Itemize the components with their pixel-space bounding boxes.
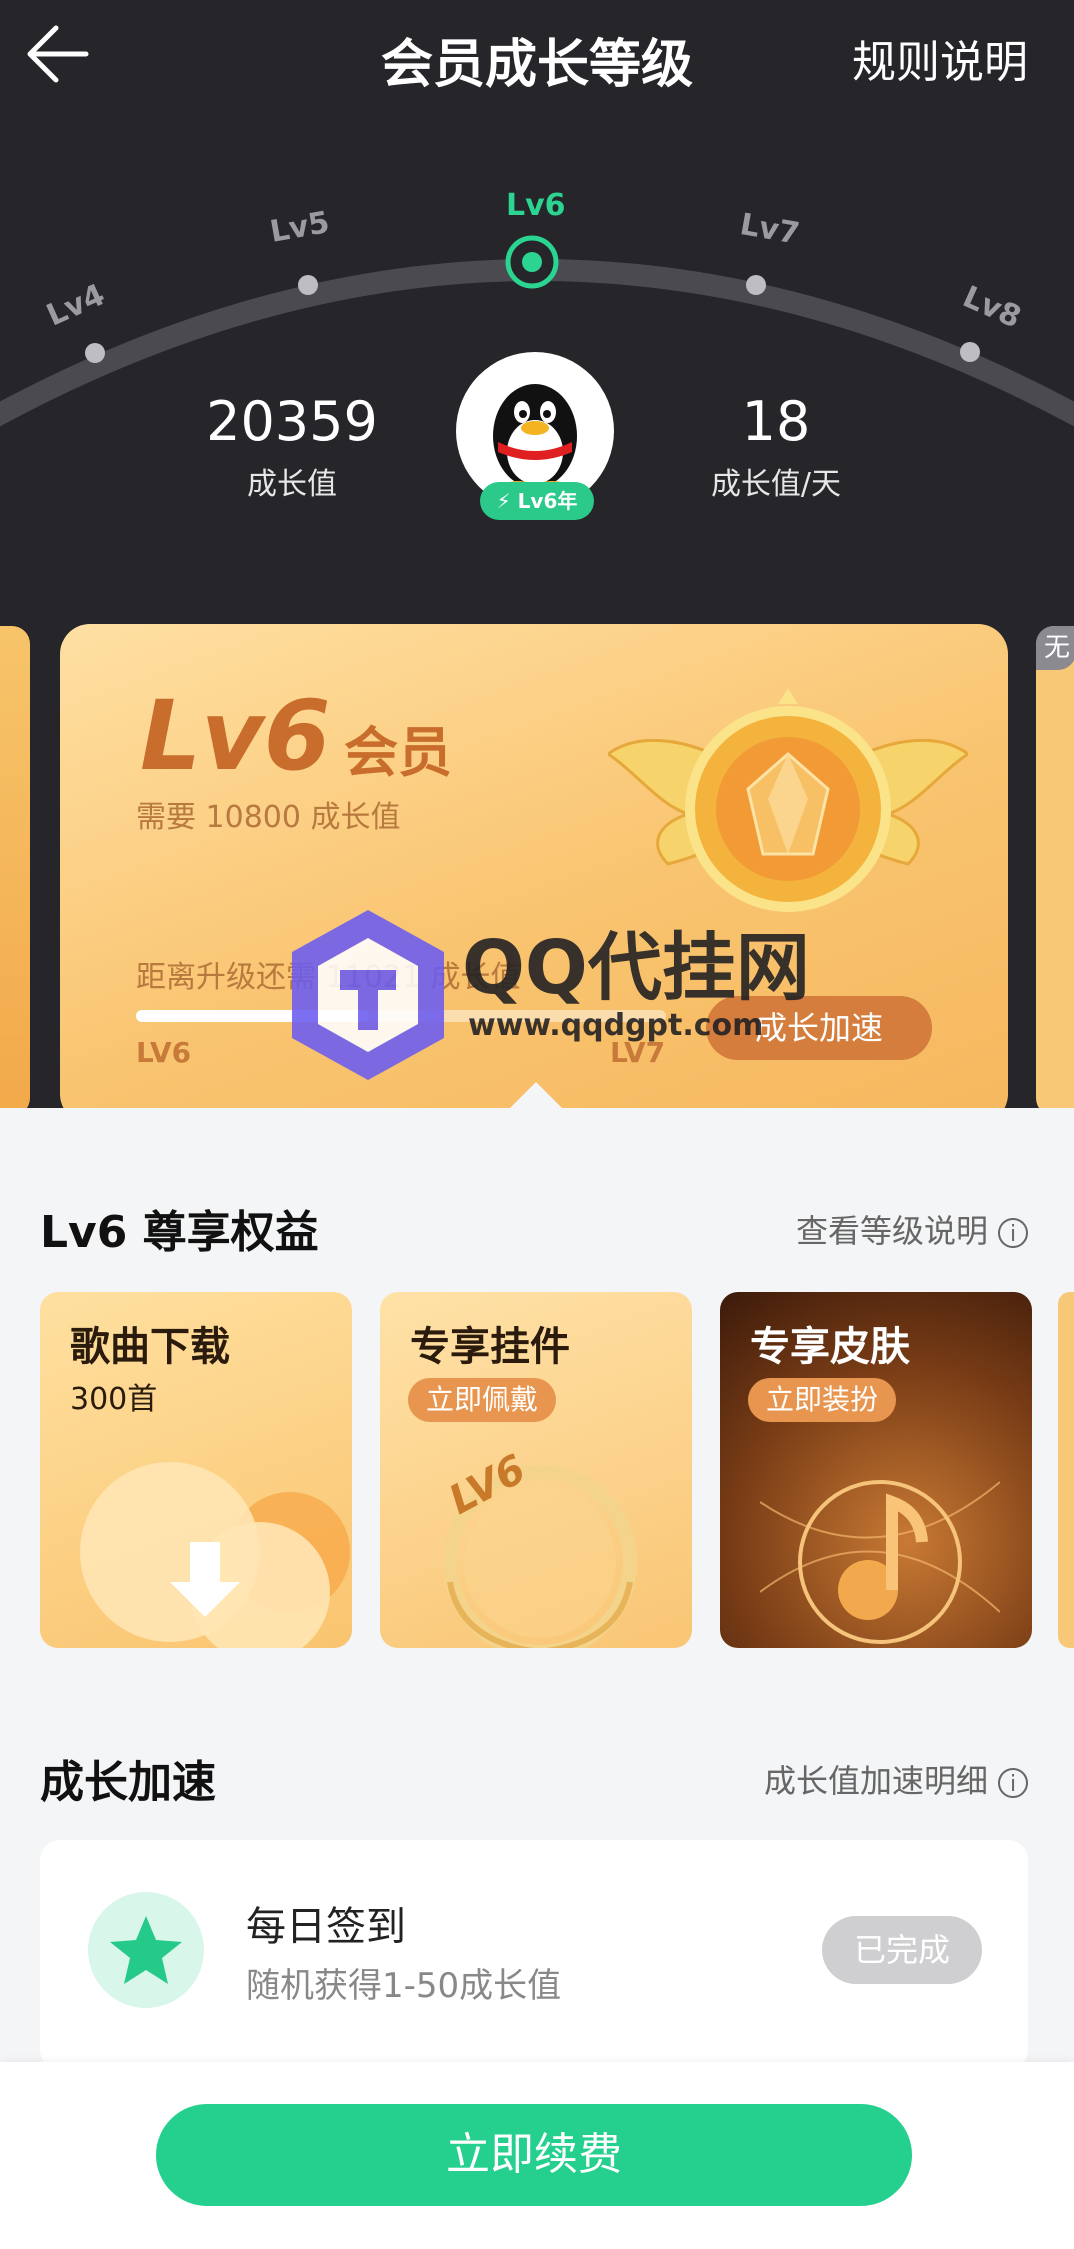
info-icon: i (998, 1768, 1028, 1798)
prev-level-card[interactable] (0, 626, 30, 1108)
task-status-button[interactable]: 已完成 (822, 1916, 982, 1984)
apply-skin-button[interactable]: 立即装扮 (748, 1378, 897, 1422)
benefits-title: Lv6 尊享权益 (40, 1207, 319, 1258)
growth-label: 成长值 (247, 467, 337, 502)
growth-stat: 20359 成长值 (132, 390, 452, 503)
per-day-label: 成长值/天 (710, 467, 842, 502)
watermark-title: QQ代挂网 (462, 925, 810, 1011)
card-requirement: 需要 10800 成长值 (136, 800, 401, 835)
task-title: 每日签到 (246, 1904, 406, 1950)
level-info-link[interactable]: 查看等级说明 i (796, 1206, 1028, 1252)
next-card-tag: 无 (1036, 626, 1074, 670)
cloud-download-icon (80, 1462, 350, 1648)
per-day-stat: 18 成长值/天 (616, 390, 936, 503)
benefit-title: 专享挂件 (410, 1324, 570, 1370)
level-dot-lv5 (298, 275, 318, 295)
level-arc (0, 235, 1074, 427)
watermark-logo-icon (292, 910, 444, 1080)
header-area: 会员成长等级 规则说明 Lv4 Lv5 Lv6 Lv7 Lv8 20359 成长… (0, 0, 1074, 1108)
medal-icon (608, 688, 968, 912)
level-dot-lv7 (746, 275, 766, 295)
bottom-bar: 立即续费 (0, 2062, 1074, 2249)
info-icon: i (998, 1218, 1028, 1248)
level-dot-lv4 (85, 343, 105, 363)
boost-detail-label: 成长值加速明细 (763, 1762, 988, 1800)
benefit-card-download[interactable]: 歌曲下载 300首 (40, 1292, 352, 1648)
benefit-title: 歌曲下载 (70, 1324, 230, 1370)
benefit-card-skin[interactable]: 专享皮肤 立即装扮 (720, 1292, 1032, 1648)
next-level-card[interactable]: 无 (1036, 626, 1074, 1108)
level-info-label: 查看等级说明 (795, 1212, 988, 1250)
star-icon (88, 1892, 204, 2008)
per-day-value: 18 (741, 390, 811, 453)
card-member-label: 会员 (344, 721, 452, 784)
wear-now-button[interactable]: 立即佩戴 (408, 1378, 557, 1422)
watermark: QQ代挂网 www.qqdgpt.com (278, 904, 838, 1084)
benefit-title: 专享皮肤 (750, 1324, 910, 1370)
lightning-icon: ⚡ (496, 489, 518, 513)
growth-value: 20359 (206, 390, 378, 453)
avatar-badge-label: Lv6年 (517, 489, 578, 513)
card-pointer (508, 1082, 564, 1108)
music-note-icon (760, 1480, 1000, 1644)
level-dot-lv6-core (522, 252, 542, 272)
watermark-url: www.qqdgpt.com (468, 1008, 764, 1043)
benefit-sub: 300首 (70, 1382, 158, 1417)
card-level: Lv6 (140, 680, 331, 792)
renew-button[interactable]: 立即续费 (156, 2104, 912, 2206)
task-daily-checkin: 每日签到 随机获得1-50成长值 已完成 (40, 1840, 1028, 2070)
level-dot-lv8 (960, 342, 980, 362)
boost-detail-link[interactable]: 成长值加速明细 i (764, 1756, 1028, 1802)
boost-title: 成长加速 (40, 1757, 216, 1808)
task-desc: 随机获得1-50成长值 (246, 1966, 562, 2006)
benefit-card-next[interactable] (1058, 1292, 1074, 1648)
pendant-frame-icon (443, 1465, 637, 1648)
benefit-card-pendant[interactable]: LV6 专享挂件 立即佩戴 (380, 1292, 692, 1648)
card-from-level: LV6 (136, 1036, 192, 1069)
level-label-lv6: Lv6 (506, 188, 566, 223)
avatar-level-badge: ⚡ Lv6年 (480, 482, 594, 520)
